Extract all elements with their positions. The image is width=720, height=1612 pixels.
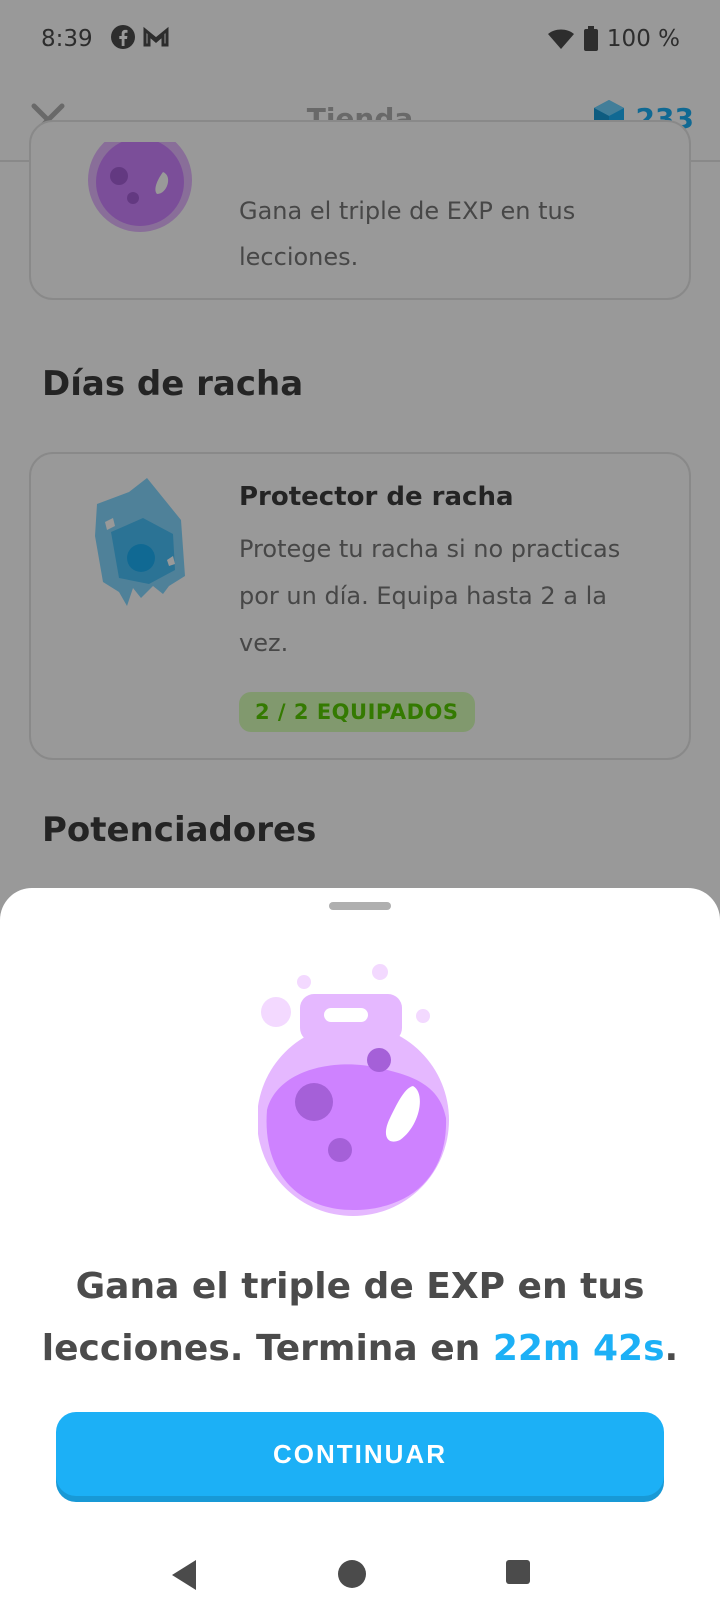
home-icon[interactable] — [336, 1558, 368, 1590]
potion-icon — [258, 964, 449, 1216]
bottom-sheet: Gana el triple de EXP en tus lecciones. … — [0, 888, 720, 1612]
boost-message: Gana el triple de EXP en tus lecciones. … — [40, 1256, 680, 1380]
recents-icon[interactable] — [504, 1558, 532, 1586]
sheet-handle[interactable] — [329, 902, 391, 910]
boost-timer: 22m 42s — [492, 1328, 665, 1369]
back-icon[interactable] — [168, 1558, 198, 1592]
continue-button[interactable]: CONTINUAR — [56, 1412, 664, 1496]
message-end: . — [664, 1328, 679, 1369]
system-nav-bar — [0, 1540, 720, 1612]
